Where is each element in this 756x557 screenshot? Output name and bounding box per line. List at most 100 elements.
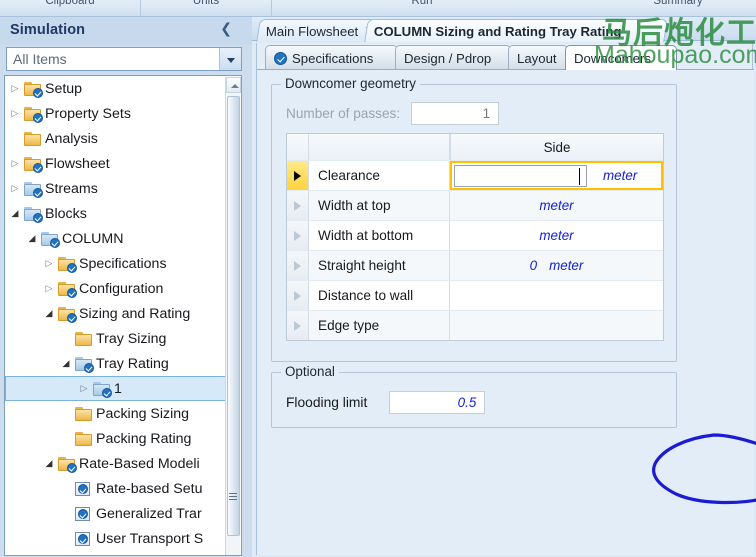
tree-item-label: Specifications — [79, 255, 167, 272]
row-label: Straight height — [309, 251, 450, 280]
tree-item-rate-based-setu[interactable]: Rate-based Setu — [5, 476, 227, 501]
chevron-left-icon[interactable]: ❮ — [220, 21, 232, 37]
tree-item-label: Sizing and Rating — [79, 305, 191, 322]
row-selector[interactable] — [287, 191, 309, 220]
item-filter-combo[interactable]: All Items — [6, 47, 242, 71]
row-selector[interactable] — [287, 251, 309, 280]
tree-item-label: Configuration — [79, 280, 164, 297]
ribbon-group-summary[interactable]: Summary — [600, 0, 756, 7]
table-row[interactable]: Width at bottom meter — [287, 220, 663, 250]
form-tab-design-pdrop[interactable]: Design / Pdrop — [395, 45, 511, 70]
document-tab-main-flowsheet[interactable]: Main Flowsheet✕ — [256, 19, 378, 42]
scroll-up-arrow-icon[interactable] — [226, 77, 241, 93]
folder-blue-check-icon — [23, 205, 43, 223]
form-page: Specifications Design / Pdrop Layout Downco… — [256, 43, 754, 555]
folder-blue-check-icon — [92, 380, 112, 398]
value-cell[interactable]: 0 meter — [450, 251, 663, 280]
tree-item-label: Rate-Based Modeli — [79, 455, 200, 472]
ribbon-group-run[interactable]: Run — [272, 0, 572, 7]
flooding-limit-field[interactable]: 0.5 — [389, 391, 486, 414]
grid-header-name — [309, 134, 450, 160]
form-body: Downcomer geometry Number of passes: 1 S… — [257, 70, 754, 555]
tree-item-user-transport-s[interactable]: User Transport S — [5, 526, 227, 551]
form-tab-label: Layout — [517, 50, 557, 66]
table-row[interactable]: Edge type — [287, 310, 663, 340]
unit-label: meter — [603, 168, 638, 183]
grid-header-row: Side — [287, 134, 663, 160]
table-row[interactable]: Width at top meter — [287, 190, 663, 220]
aspen-plus-window: Clipboard Units Run Summary Simulation ❮… — [0, 0, 756, 557]
tree-item-packing-sizing[interactable]: Packing Sizing — [5, 401, 227, 426]
folder-icon — [74, 430, 94, 448]
tree-item-label: Property Sets — [45, 105, 131, 122]
tree-item-streams[interactable]: ▷ Streams — [5, 176, 227, 201]
tree-item-packing-rating[interactable]: Packing Rating — [5, 426, 227, 451]
downcomer-geometry-grid[interactable]: Side Clearance meter Width at top meter Width… — [286, 133, 664, 341]
value-cell[interactable]: meter — [450, 191, 663, 220]
tree-item-configuration[interactable]: ▷ Configuration — [5, 276, 227, 301]
tree-item-label: Setup — [45, 80, 83, 97]
clearance-input[interactable] — [454, 164, 587, 187]
row-label: Clearance — [309, 161, 450, 190]
tree-item-rate-based-modeli[interactable]: ◢ Rate-Based Modeli — [5, 451, 227, 476]
form-tab-specifications[interactable]: Specifications — [265, 45, 398, 70]
form-tab-label: Specifications — [292, 50, 374, 66]
number-of-passes-field[interactable]: 1 — [411, 101, 500, 125]
tree-item-specifications[interactable]: ▷ Specifications — [5, 251, 227, 276]
unit-label: meter — [539, 198, 574, 213]
tree-item-label: Tray Rating — [96, 355, 169, 372]
table-row[interactable]: Straight height 0 meter — [287, 250, 663, 280]
table-row[interactable]: Clearance meter — [287, 160, 663, 190]
tree-panel: ▷ Setup ▷ Property Sets Analysis ▷ Flowsheet ▷ S… — [4, 75, 242, 556]
tree-item-analysis[interactable]: Analysis — [5, 126, 227, 151]
number-of-passes-row: Number of passes: 1 — [286, 101, 666, 125]
tree-item-blocks[interactable]: ◢ Blocks — [5, 201, 227, 226]
tree-item-flowsheet[interactable]: ▷ Flowsheet — [5, 151, 227, 176]
row-label: Distance to wall — [309, 281, 450, 310]
row-indicator-icon — [294, 261, 301, 271]
row-selector[interactable] — [287, 161, 309, 190]
chevron-down-icon[interactable] — [219, 48, 241, 70]
text-caret — [579, 167, 580, 185]
document-tab-label: COLUMN Sizing and Rating Tray Rating — [373, 23, 622, 39]
document-tab-active[interactable]: COLUMN Sizing and Rating Tray Rating — [364, 19, 668, 42]
tree-item-label: COLUMN — [62, 230, 124, 247]
complete-check-icon — [274, 51, 287, 65]
tree-item-tray-rating[interactable]: ◢ Tray Rating — [5, 351, 227, 376]
row-selector[interactable] — [287, 221, 309, 250]
tree-item-label: User Transport S — [96, 530, 204, 547]
scrollbar-thumb[interactable] — [227, 96, 240, 536]
tree-item-label: Blocks — [45, 205, 87, 222]
row-selector[interactable] — [287, 281, 309, 310]
ribbon-group-units[interactable]: Units — [141, 0, 271, 7]
optional-legend: Optional — [281, 364, 339, 379]
form-tab-downcomers[interactable]: Downcomers — [565, 45, 677, 70]
tree-item-setup[interactable]: ▷ Setup — [5, 76, 227, 101]
sheet-check-icon — [74, 530, 94, 548]
tree-item-label: Packing Rating — [96, 430, 192, 447]
table-row[interactable]: Distance to wall — [287, 280, 663, 310]
value-cell — [450, 311, 663, 340]
row-label: Width at top — [309, 191, 450, 220]
tree-item-1[interactable]: ▷ 1 — [5, 376, 227, 401]
tree-item-interface-profiles[interactable]: Interface Profiles — [5, 551, 227, 555]
document-tab-bar: Main Flowsheet✕COLUMN Sizing and Rating … — [252, 17, 756, 42]
tree-item-column[interactable]: ◢ COLUMN — [5, 226, 227, 251]
tree-item-sizing-and-rating[interactable]: ◢ Sizing and Rating — [5, 301, 227, 326]
clearance-value-cell[interactable]: meter — [450, 161, 663, 190]
form-tab-layout[interactable]: Layout — [508, 45, 568, 70]
document-tab-label: Main Flowsheet — [265, 23, 359, 39]
item-filter-value[interactable]: All Items — [7, 48, 219, 70]
tree-item-tray-sizing[interactable]: Tray Sizing — [5, 326, 227, 351]
tree-scrollbar[interactable] — [225, 77, 241, 555]
tree-item-property-sets[interactable]: ▷ Property Sets — [5, 101, 227, 126]
ribbon-group-clipboard[interactable]: Clipboard — [0, 0, 140, 7]
tree-item-generalized-trar[interactable]: Generalized Trar — [5, 501, 227, 526]
tree-item-label: Packing Sizing — [96, 405, 190, 422]
scrollbar-grip-icon — [229, 493, 237, 500]
value-cell[interactable]: meter — [450, 221, 663, 250]
unit-label: meter — [549, 258, 584, 273]
row-selector[interactable] — [287, 311, 309, 340]
row-indicator-icon — [294, 171, 301, 181]
row-indicator-icon — [294, 291, 301, 301]
